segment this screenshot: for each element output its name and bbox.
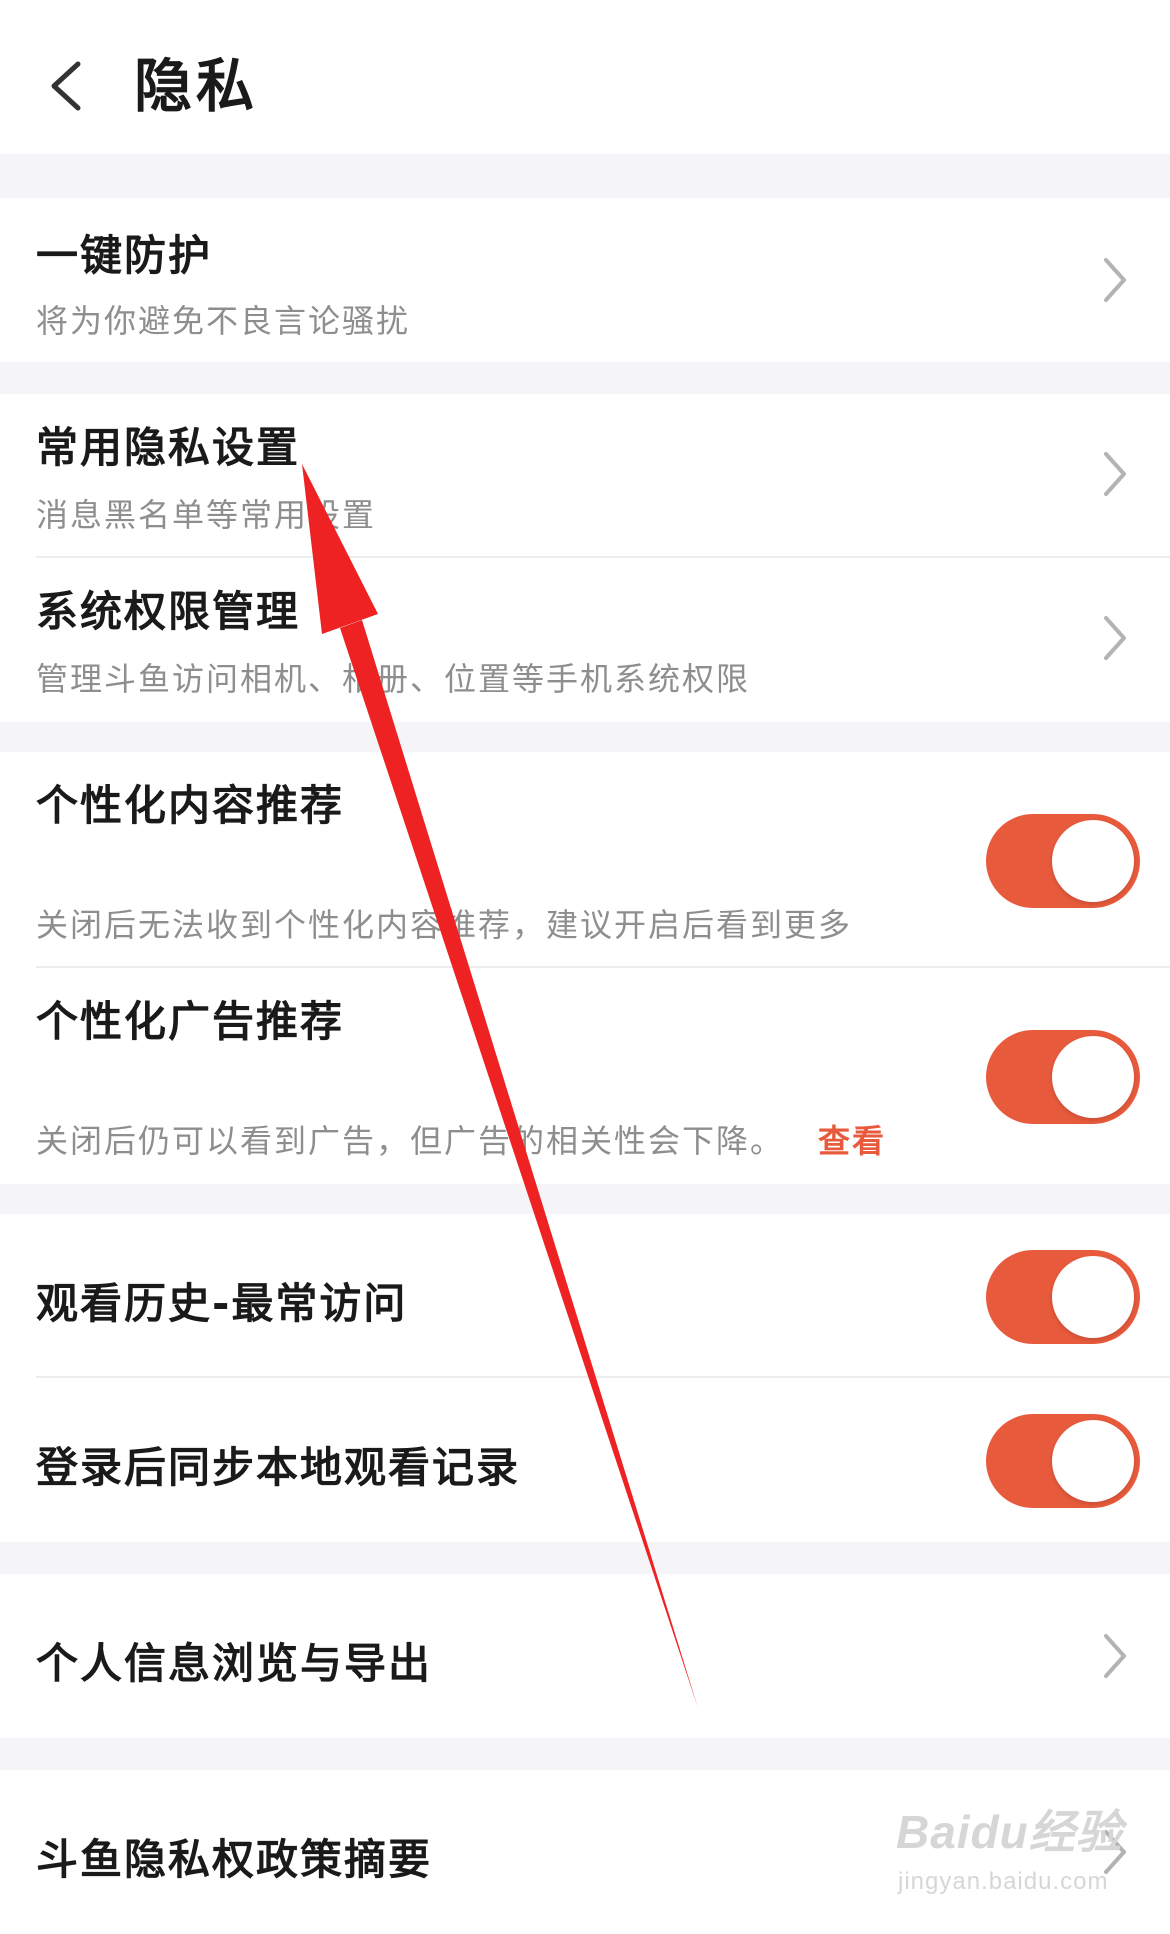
row-personalized-ads: 个性化广告推荐 关闭后仍可以看到广告，但广告的相关性会下降。 查看 bbox=[0, 968, 1170, 1184]
watermark-url: jingyan.baidu.com bbox=[898, 1868, 1109, 1895]
chevron-right-icon bbox=[1104, 452, 1126, 496]
row-subtitle: 消息黑名单等常用设置 bbox=[36, 496, 377, 534]
toggle-knob bbox=[1052, 820, 1134, 902]
row-subtitle: 将为你避免不良言论骚扰 bbox=[36, 302, 411, 340]
row-subtitle: 管理斗鱼访问相机、相册、位置等手机系统权限 bbox=[36, 660, 751, 698]
watch-history-toggle[interactable] bbox=[986, 1250, 1140, 1344]
toggle-knob bbox=[1052, 1420, 1134, 1502]
row-subtitle-text: 关闭后仍可以看到广告，但广告的相关性会下降。 bbox=[36, 1122, 785, 1160]
row-title: 常用隐私设置 bbox=[36, 423, 301, 472]
row-title: 一键防护 bbox=[36, 231, 213, 280]
row-title: 个性化内容推荐 bbox=[36, 781, 345, 830]
page-title: 隐私 bbox=[134, 52, 259, 120]
row-title: 系统权限管理 bbox=[36, 587, 301, 636]
baidu-watermark: Baidu经验 jingyan.baidu.com bbox=[896, 1796, 1146, 1916]
personalized-content-toggle[interactable] bbox=[986, 814, 1140, 908]
row-subtitle: 关闭后仍可以看到广告，但广告的相关性会下降。 查看 bbox=[36, 1116, 886, 1162]
row-title: 登录后同步本地观看记录 bbox=[36, 1443, 521, 1492]
chevron-right-icon bbox=[1104, 616, 1126, 660]
row-sync-local-history: 登录后同步本地观看记录 bbox=[0, 1378, 1170, 1542]
card-settings: 常用隐私设置 消息黑名单等常用设置 系统权限管理 管理斗鱼访问相机、相册、位置等… bbox=[0, 394, 1170, 722]
row-title: 个人信息浏览与导出 bbox=[36, 1639, 433, 1688]
toggle-knob bbox=[1052, 1036, 1134, 1118]
view-link[interactable]: 查看 bbox=[818, 1122, 886, 1160]
row-watch-history: 观看历史-最常访问 bbox=[0, 1214, 1170, 1378]
personalized-ads-toggle[interactable] bbox=[986, 1030, 1140, 1124]
card-personal-info: 个人信息浏览与导出 bbox=[0, 1574, 1170, 1738]
card-recommendations: 个性化内容推荐 关闭后无法收到个性化内容推荐，建议开启后看到更多 个性化广告推荐… bbox=[0, 752, 1170, 1184]
sync-local-history-toggle[interactable] bbox=[986, 1414, 1140, 1508]
top-bar: 隐私 bbox=[0, 0, 1170, 154]
row-title: 观看历史-最常访问 bbox=[36, 1279, 408, 1328]
chevron-right-icon bbox=[1104, 1634, 1126, 1678]
row-system-permissions[interactable]: 系统权限管理 管理斗鱼访问相机、相册、位置等手机系统权限 bbox=[0, 558, 1170, 722]
row-title: 个性化广告推荐 bbox=[36, 997, 345, 1046]
back-icon[interactable] bbox=[46, 60, 86, 112]
row-personal-info-export[interactable]: 个人信息浏览与导出 bbox=[0, 1574, 1170, 1738]
row-title: 斗鱼隐私权政策摘要 bbox=[36, 1835, 433, 1884]
row-personalized-content: 个性化内容推荐 关闭后无法收到个性化内容推荐，建议开启后看到更多 bbox=[0, 752, 1170, 968]
toggle-knob bbox=[1052, 1256, 1134, 1338]
chevron-right-icon bbox=[1104, 258, 1126, 302]
card-protection: 一键防护 将为你避免不良言论骚扰 bbox=[0, 198, 1170, 362]
row-one-click-protection[interactable]: 一键防护 将为你避免不良言论骚扰 bbox=[0, 198, 1170, 362]
row-subtitle: 关闭后无法收到个性化内容推荐，建议开启后看到更多 bbox=[36, 906, 853, 944]
watermark-brand: Baidu经验 bbox=[896, 1806, 1123, 1858]
card-history: 观看历史-最常访问 登录后同步本地观看记录 bbox=[0, 1214, 1170, 1542]
row-common-privacy-settings[interactable]: 常用隐私设置 消息黑名单等常用设置 bbox=[0, 394, 1170, 558]
